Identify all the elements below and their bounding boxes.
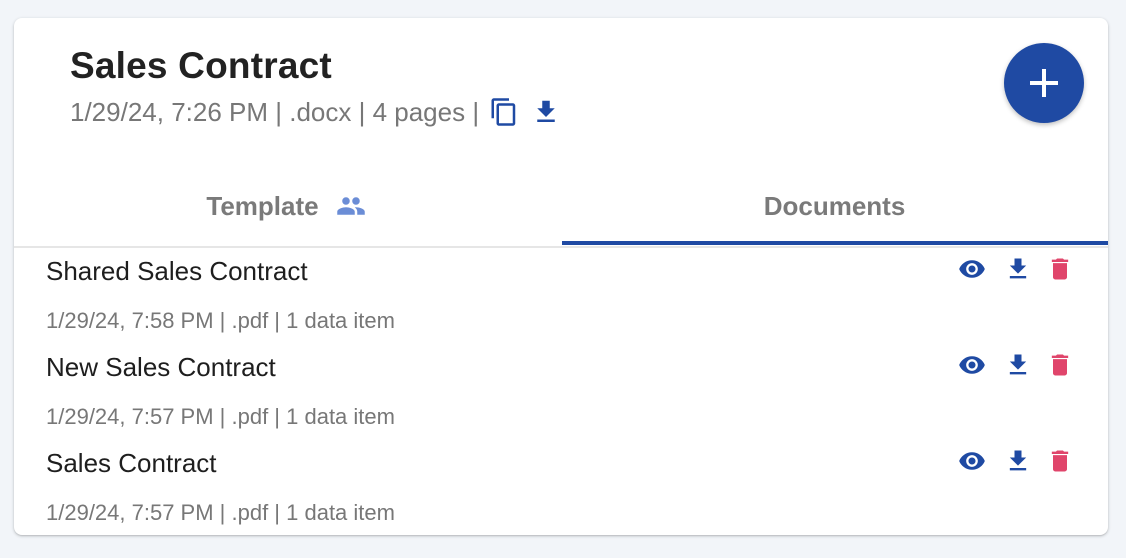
template-card: Sales Contract 1/29/24, 7:26 PM | .docx … (14, 18, 1108, 535)
document-name: New Sales Contract (46, 352, 276, 382)
template-meta: 1/29/24, 7:26 PM | .docx | 4 pages | (70, 92, 561, 132)
tab-template-label: Template (206, 190, 319, 221)
document-meta: 1/29/24, 7:57 PM | .pdf | 1 data item (46, 404, 395, 429)
download-icon[interactable] (1004, 446, 1032, 476)
trash-icon[interactable] (1046, 445, 1074, 477)
tab-bar: Template Documents (14, 166, 1108, 248)
list-item[interactable]: Sales Contract 1/29/24, 7:57 PM | .pdf |… (14, 440, 1108, 535)
document-meta: 1/29/24, 7:58 PM | .pdf | 1 data item (46, 308, 395, 333)
tab-template[interactable]: Template (14, 166, 561, 246)
list-item[interactable]: New Sales Contract 1/29/24, 7:57 PM | .p… (14, 344, 1108, 440)
page-title: Sales Contract (70, 45, 332, 86)
document-name: Shared Sales Contract (46, 256, 308, 286)
add-button[interactable] (1004, 43, 1084, 123)
eye-icon[interactable] (954, 255, 990, 283)
document-name: Sales Contract (46, 448, 217, 478)
tab-documents[interactable]: Documents (561, 166, 1108, 246)
template-meta-text: 1/29/24, 7:26 PM | .docx | 4 pages | (70, 96, 480, 127)
eye-icon[interactable] (954, 351, 990, 379)
download-icon[interactable] (531, 96, 561, 128)
trash-icon[interactable] (1046, 253, 1074, 285)
document-meta: 1/29/24, 7:57 PM | .pdf | 1 data item (46, 500, 395, 525)
document-actions (954, 444, 1074, 478)
people-icon (333, 191, 369, 221)
active-tab-indicator (562, 241, 1108, 245)
copy-icon[interactable] (489, 95, 519, 129)
tab-documents-label: Documents (763, 190, 906, 221)
document-actions (954, 348, 1074, 382)
plus-icon (1030, 69, 1058, 97)
download-icon[interactable] (1004, 254, 1032, 284)
trash-icon[interactable] (1046, 349, 1074, 381)
download-icon[interactable] (1004, 350, 1032, 380)
list-item[interactable]: Shared Sales Contract 1/29/24, 7:58 PM |… (14, 248, 1108, 344)
eye-icon[interactable] (954, 447, 990, 475)
document-actions (954, 252, 1074, 286)
